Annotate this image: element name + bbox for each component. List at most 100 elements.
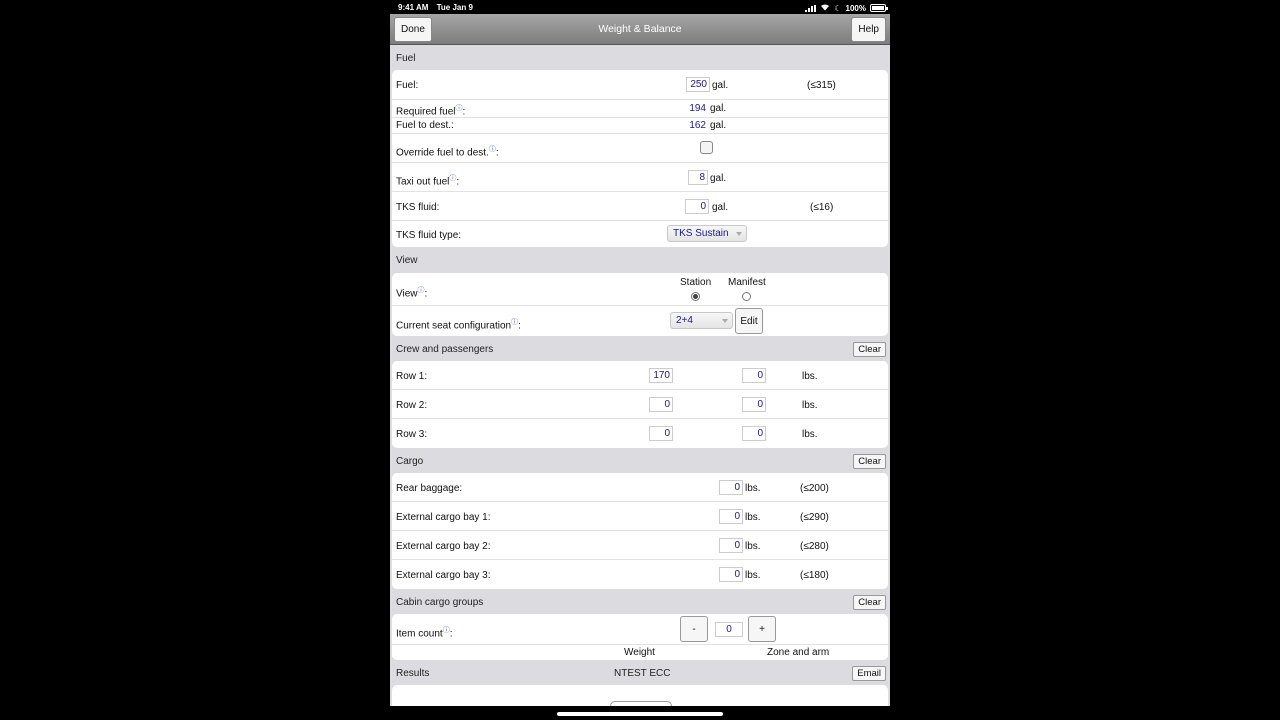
status-bar: 9:41 AM Tue Jan 9 ☾ 100%	[388, 0, 892, 14]
override-fuel-checkbox[interactable]	[700, 141, 713, 154]
row-3-left-input[interactable]: 0	[649, 426, 673, 441]
info-icon[interactable]: ⓘ	[443, 627, 450, 634]
tks-type-select[interactable]: TKS Sustain	[667, 225, 747, 242]
ipad-screen: 9:41 AM Tue Jan 9 ☾ 100% Done Weight & B…	[388, 0, 892, 720]
results-header-label: Results	[396, 668, 430, 679]
row-2-right-input[interactable]: 0	[742, 397, 766, 412]
help-button[interactable]: Help	[851, 17, 886, 42]
crew-row-2: Row 2: 0 0 lbs.	[392, 390, 888, 419]
cabin-cargo-section-header: Cabin cargo groups Clear	[390, 590, 890, 615]
row-2-left-input[interactable]: 0	[649, 397, 673, 412]
status-date: Tue Jan 9	[436, 3, 473, 12]
tks-fluid-input[interactable]: 0	[685, 199, 709, 214]
item-count-label: Item countⓘ:	[396, 627, 453, 640]
view-card: Viewⓘ: Station Manifest Current seat con…	[392, 273, 888, 336]
moon-icon: ☾	[834, 3, 842, 13]
row-3-unit: lbs.	[802, 429, 818, 440]
tks-fluid-label: TKS fluid:	[396, 202, 440, 213]
cargo-unit: lbs.	[745, 541, 761, 552]
row-label: Row 1:	[396, 371, 428, 382]
view-section-header: View	[390, 248, 890, 273]
cabin-cargo-header-label: Cabin cargo groups	[396, 597, 484, 608]
cargo-bay-2-max: (≤280)	[800, 541, 829, 552]
taxi-fuel-input[interactable]: 8	[688, 170, 708, 185]
required-fuel-label: Required fuelⓘ:	[396, 105, 466, 118]
tks-fluid-row: TKS fluid: 0 gal. (≤16)	[392, 192, 888, 221]
required-fuel-value: 194	[689, 103, 706, 114]
cargo-clear-button[interactable]: Clear	[853, 454, 886, 469]
info-icon[interactable]: ⓘ	[418, 287, 425, 294]
row-label: Row 3:	[396, 429, 428, 440]
info-icon[interactable]: ⓘ	[511, 319, 518, 326]
row-2-unit: lbs.	[802, 400, 818, 411]
fuel-label: Fuel:	[396, 80, 419, 91]
nav-bar: Done Weight & Balance Help	[390, 14, 890, 45]
override-fuel-label: Override fuel to dest.ⓘ:	[396, 146, 499, 159]
fuel-section-header: Fuel	[390, 46, 890, 71]
view-header-label: View	[396, 255, 418, 266]
wifi-icon	[820, 3, 830, 13]
status-time: 9:41 AM	[398, 3, 429, 12]
seat-config-select[interactable]: 2+4	[670, 312, 733, 329]
cargo-row: External cargo bay 1: 0 lbs. (≤290)	[392, 502, 888, 531]
cargo-bay-1-max: (≤290)	[800, 512, 829, 523]
home-indicator[interactable]	[557, 712, 723, 716]
cargo-row: Rear baggage: 0 lbs. (≤200)	[392, 473, 888, 502]
edit-seat-config-button[interactable]: Edit	[735, 308, 763, 334]
view-label: Viewⓘ:	[396, 287, 428, 300]
cargo-row: External cargo bay 3: 0 lbs. (≤180)	[392, 560, 888, 589]
manifest-option-label: Manifest	[728, 277, 766, 288]
fuel-max: (≤315)	[807, 80, 836, 91]
cabin-cargo-clear-button[interactable]: Clear	[853, 595, 886, 610]
cargo-bay-2-input[interactable]: 0	[719, 538, 743, 553]
results-graph-tab[interactable]	[610, 701, 672, 706]
battery-percent: 100%	[845, 3, 866, 13]
seat-config-row: Current seat configurationⓘ: 2+4 Edit	[392, 306, 888, 336]
row-3-right-input[interactable]: 0	[742, 426, 766, 441]
cargo-row: External cargo bay 2: 0 lbs. (≤280)	[392, 531, 888, 560]
rear-baggage-label: Rear baggage:	[396, 483, 463, 494]
cargo-bay-3-input[interactable]: 0	[719, 567, 743, 582]
crew-header-label: Crew and passengers	[396, 344, 494, 355]
row-1-unit: lbs.	[802, 371, 818, 382]
decrement-button[interactable]: -	[680, 616, 708, 642]
zone-arm-column-header: Zone and arm	[767, 647, 830, 658]
cargo-header-label: Cargo	[396, 456, 424, 467]
item-count-row: Item countⓘ: - 0 +	[392, 614, 888, 645]
email-button[interactable]: Email	[852, 666, 886, 681]
row-1-left-input[interactable]: 170	[649, 368, 673, 383]
row-1-right-input[interactable]: 0	[742, 368, 766, 383]
tks-fluid-unit: gal.	[712, 202, 729, 213]
fuel-to-dest-unit: gal.	[710, 120, 727, 131]
weight-column-header: Weight	[624, 647, 655, 658]
increment-button[interactable]: +	[748, 616, 776, 642]
station-radio[interactable]	[691, 292, 700, 301]
tks-type-row: TKS fluid type: TKS Sustain	[392, 221, 888, 247]
fuel-row: Fuel: 250 gal. (≤315)	[392, 70, 888, 100]
info-icon[interactable]: ⓘ	[489, 146, 496, 153]
cargo-bay-3-label: External cargo bay 3:	[396, 570, 491, 581]
crew-row-3: Row 3: 0 0 lbs.	[392, 419, 888, 448]
page-title: Weight & Balance	[598, 23, 682, 35]
cargo-card: Rear baggage: 0 lbs. (≤200) External car…	[392, 473, 888, 589]
info-icon[interactable]: ⓘ	[455, 105, 462, 112]
chevron-down-icon	[736, 232, 742, 236]
view-row: Viewⓘ: Station Manifest	[392, 273, 888, 306]
info-icon[interactable]: ⓘ	[449, 175, 456, 182]
fuel-to-dest-label: Fuel to dest.:	[396, 120, 454, 131]
cellular-signal-icon	[805, 4, 817, 12]
results-section-header: Results NTEST ECC Email	[390, 661, 890, 686]
rear-baggage-input[interactable]: 0	[719, 480, 743, 495]
crew-clear-button[interactable]: Clear	[853, 342, 886, 357]
cargo-bay-1-label: External cargo bay 1:	[396, 512, 491, 523]
taxi-fuel-unit: gal.	[710, 173, 727, 184]
crew-section-header: Crew and passengers Clear	[390, 337, 890, 362]
cargo-unit: lbs.	[745, 570, 761, 581]
fuel-input[interactable]: 250	[686, 77, 710, 92]
manifest-radio[interactable]	[742, 292, 751, 301]
station-option-label: Station	[680, 277, 712, 288]
cargo-bay-1-input[interactable]: 0	[719, 509, 743, 524]
fuel-to-dest-row: Fuel to dest.: 162 gal.	[392, 118, 888, 134]
item-count-input[interactable]: 0	[715, 622, 743, 637]
cargo-bay-3-max: (≤180)	[800, 570, 829, 581]
